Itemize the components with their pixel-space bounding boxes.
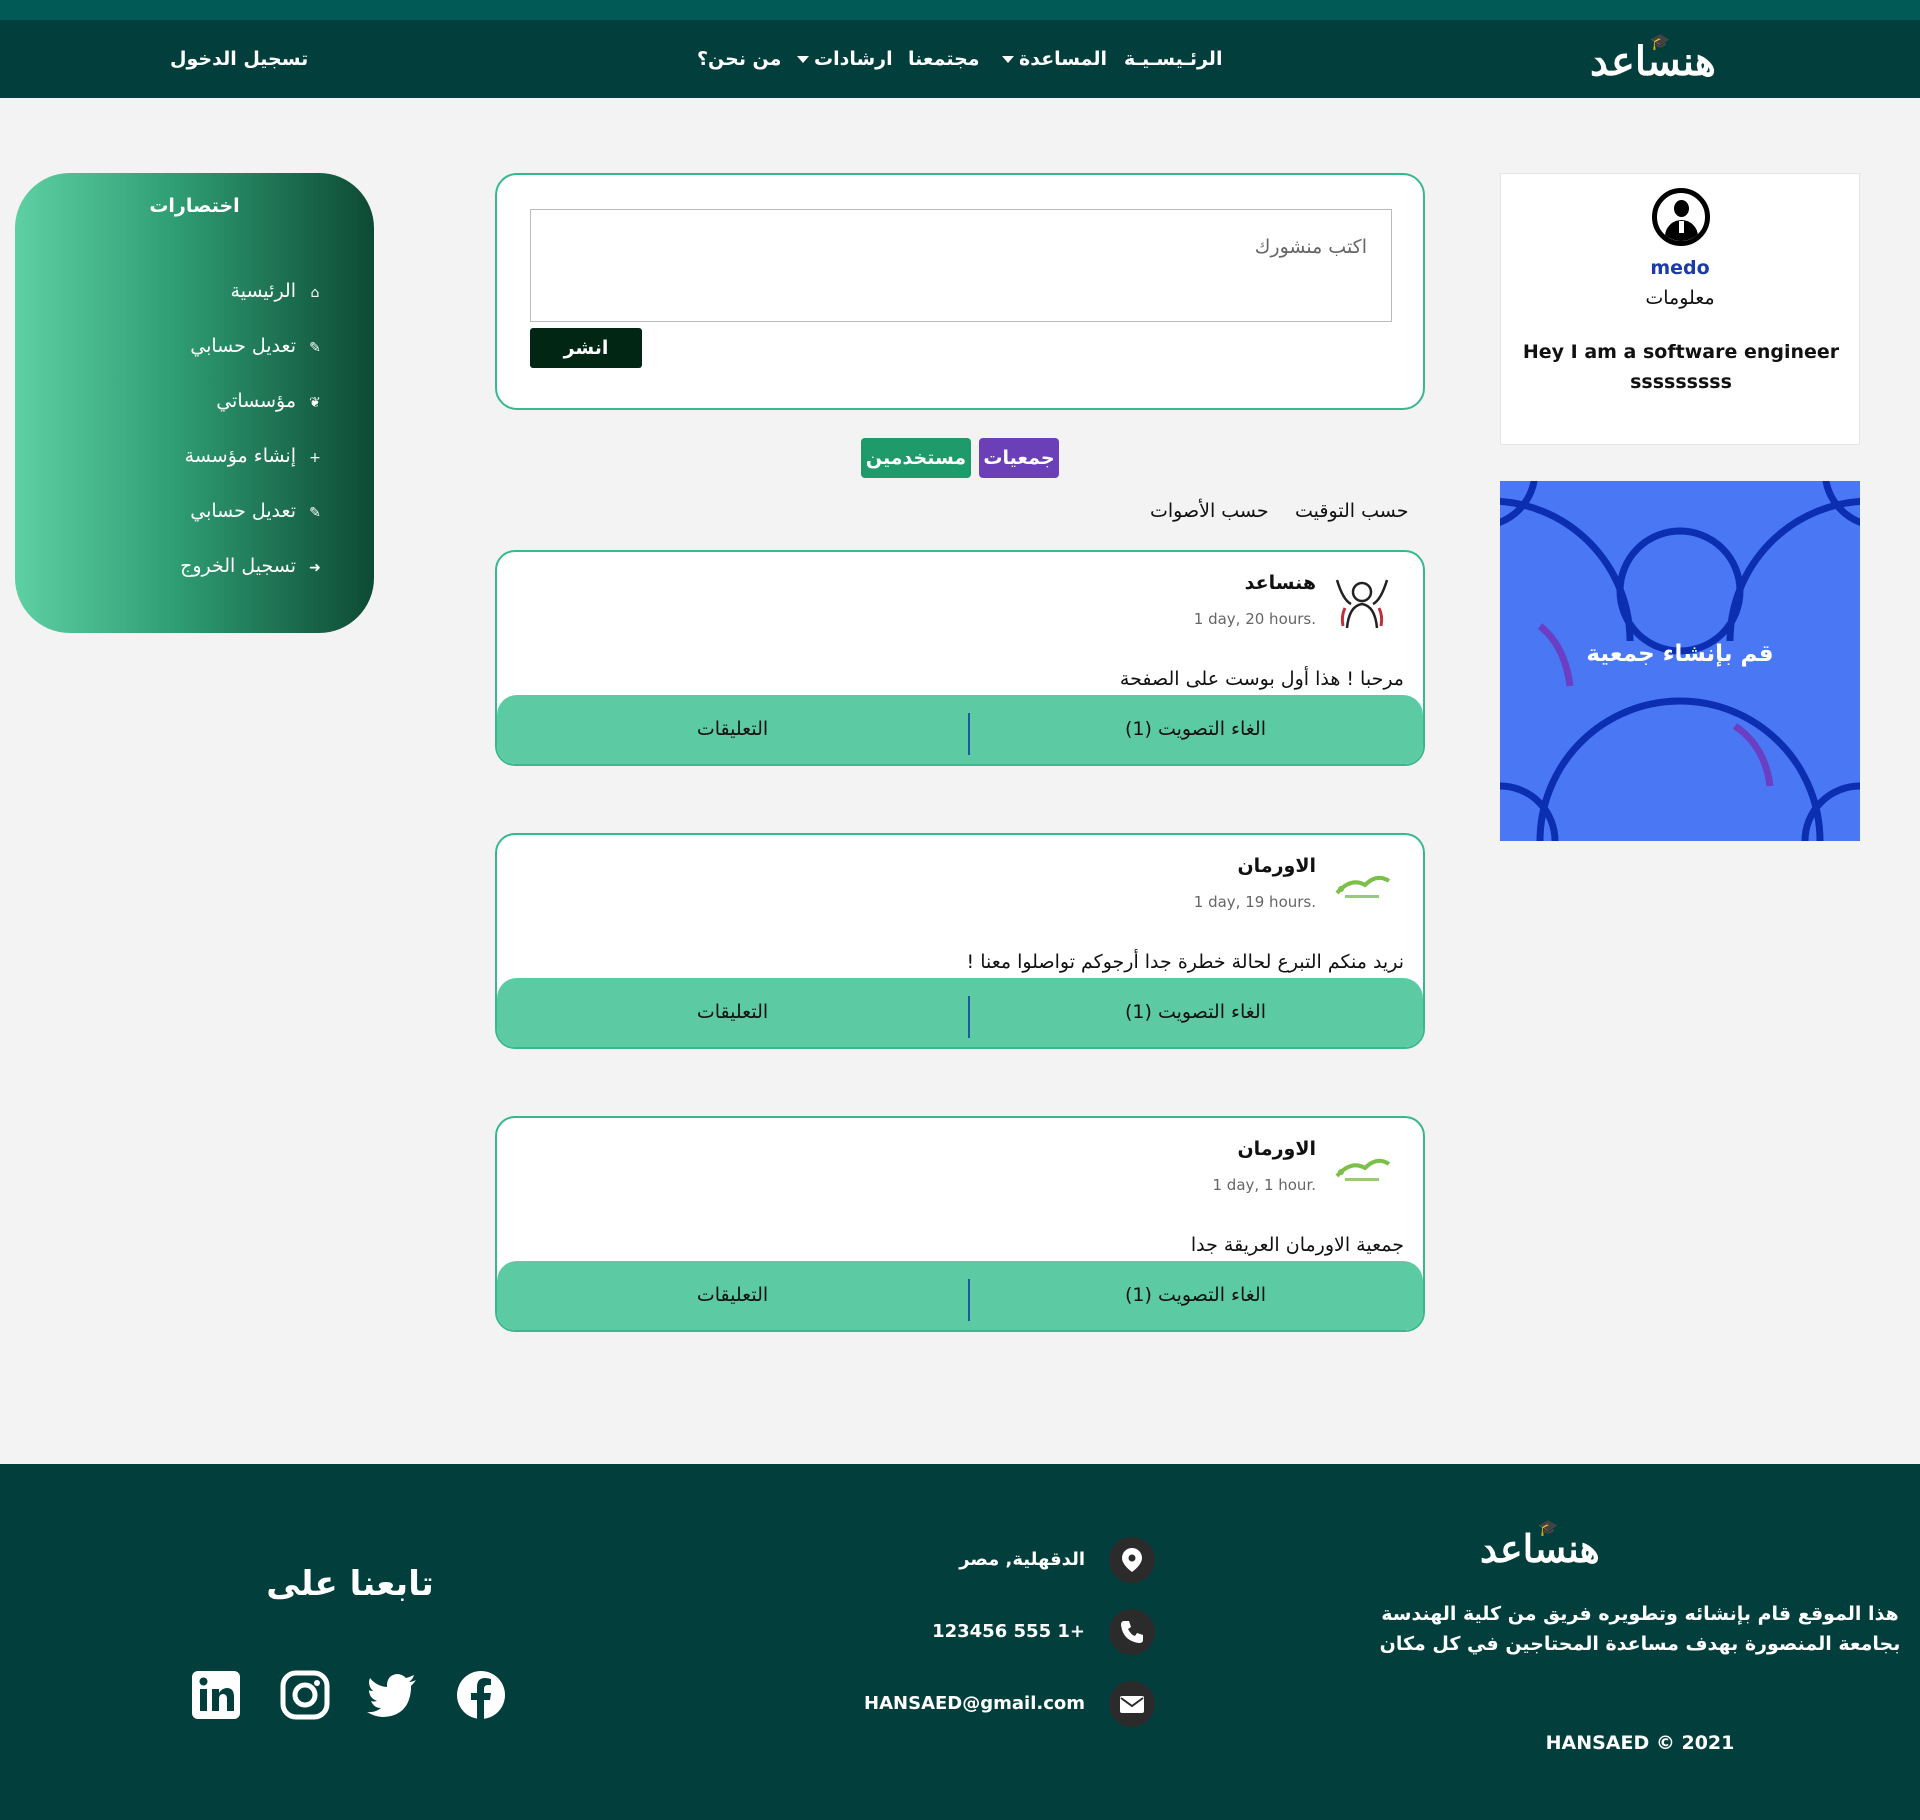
plus-icon: + (309, 450, 321, 466)
shortcuts-title: اختصارات (149, 195, 240, 217)
envelope-icon (1109, 1681, 1155, 1727)
shortcut-home[interactable]: ⌂ الرئيسية (231, 280, 324, 302)
footer-logo: هنساعد 🎓 (1480, 1518, 1600, 1571)
avatar (1652, 188, 1710, 246)
follow-us-title: تابعنا على (266, 1564, 434, 1604)
home-icon: ⌂ (310, 285, 320, 301)
comments-button[interactable]: التعليقات (497, 1261, 968, 1330)
sort-by-time[interactable]: حسب التوقيت (1295, 500, 1408, 522)
shortcut-logout[interactable]: ➜ تسجيل الخروج (180, 555, 324, 577)
publish-button[interactable]: انشر (530, 328, 642, 368)
create-society-banner[interactable]: قم بإنشاء جمعية (1500, 481, 1860, 841)
unvote-button[interactable]: الغاء التصويت (1) (968, 1261, 1423, 1330)
post-actions: الغاء التصويت (1) التعليقات (497, 978, 1423, 1047)
post-time: 1 day, 1 hour. (1212, 1176, 1317, 1194)
chevron-down-icon (1002, 56, 1014, 63)
twitter-icon[interactable] (366, 1669, 418, 1721)
action-divider (968, 1279, 970, 1321)
post-composer: انشر (495, 173, 1425, 410)
post-author[interactable]: الاورمان (1237, 1138, 1316, 1160)
edit-icon: ✎ (309, 340, 321, 356)
orman-logo-icon (1335, 875, 1391, 898)
hansaed-avatar-icon (1335, 579, 1389, 629)
shortcut-my-institutions[interactable]: ❦ مؤسساتي (216, 390, 324, 412)
shortcut-label: مؤسساتي (216, 390, 296, 412)
post-input[interactable] (530, 209, 1392, 322)
shortcut-label: تسجيل الخروج (180, 555, 296, 577)
chevron-down-icon (797, 56, 809, 63)
nav-about[interactable]: من نحن؟ (697, 20, 781, 98)
footer: هنساعد 🎓 هذا الموقع قام بإنشائه وتطويره … (0, 1464, 1920, 1820)
action-divider (968, 996, 970, 1038)
post-card: الاورمان 1 day, 1 hour. جمعية الاورمان ا… (495, 1116, 1425, 1332)
post-actions: الغاء التصويت (1) التعليقات (497, 695, 1423, 764)
top-strip (0, 0, 1920, 20)
nav-community[interactable]: مجتمعنا (908, 20, 980, 98)
logout-icon: ➜ (309, 560, 321, 576)
shortcut-edit-account-2[interactable]: ✎ تعديل حسابي (190, 500, 324, 522)
shortcut-label: تعديل حسابي (190, 335, 296, 357)
footer-description: هذا الموقع قام بإنشائه وتطويره فريق من ك… (1379, 1603, 1901, 1655)
banner-text: قم بإنشاء جمعية (1586, 641, 1774, 667)
post-card: هنساعد 1 day, 20 hours. مرحبا ! هذا أول … (495, 550, 1425, 766)
comments-button[interactable]: التعليقات (497, 695, 968, 764)
footer-phone: +1 555 123456 (932, 1621, 1085, 1642)
unvote-button[interactable]: الغاء التصويت (1) (968, 695, 1423, 764)
shortcuts-panel: اختصارات ⌂ الرئيسية ✎ تعديل حسابي ❦ مؤسساتي… (15, 173, 374, 633)
post-time: 1 day, 20 hours. (1193, 610, 1316, 628)
phone-icon (1109, 1609, 1155, 1655)
shortcut-label: الرئيسية (230, 280, 296, 302)
unvote-button[interactable]: الغاء التصويت (1) (968, 978, 1423, 1047)
post-text: نريد منكم التبرع لحالة خطرة جدا أرجوكم ت… (966, 951, 1404, 973)
nav-help-label: المساعدة (1019, 48, 1108, 70)
sort-by-votes[interactable]: حسب الأصوات (1150, 500, 1269, 522)
nav-home[interactable]: الرئـيسـيـة (1124, 20, 1222, 98)
facebook-icon[interactable] (455, 1669, 507, 1721)
orman-logo-icon (1335, 1158, 1391, 1181)
profile-bio: Hey I am a software engineer sssssssss (1522, 341, 1840, 393)
comments-button[interactable]: التعليقات (497, 978, 968, 1047)
post-card: الاورمان 1 day, 19 hours. نريد منكم التب… (495, 833, 1425, 1049)
navbar: هنساعد 🎓 الرئـيسـيـة المساعدة مجتمعنا ار… (0, 20, 1920, 98)
filter-societies-button[interactable]: جمعيات (979, 438, 1059, 478)
instagram-icon[interactable] (279, 1669, 331, 1721)
shortcut-label: تعديل حسابي (190, 500, 296, 522)
nav-login[interactable]: تسجيل الدخول (170, 20, 308, 98)
profile-info-label: معلومات (1645, 287, 1715, 309)
footer-address: الدقهلية, مصر (959, 1549, 1085, 1570)
post-author[interactable]: هنساعد (1245, 572, 1316, 594)
action-divider (968, 713, 970, 755)
profile-name[interactable]: medo (1501, 257, 1859, 279)
profile-card: medo معلومات Hey I am a software enginee… (1500, 173, 1860, 445)
graduation-cap-icon: 🎓 (1650, 32, 1670, 51)
shortcut-label: إنشاء مؤسسة (184, 445, 296, 467)
post-text: مرحبا ! هذا أول بوست على الصفحة (1119, 668, 1404, 690)
post-text: جمعية الاورمان العريقة جدا (1190, 1234, 1404, 1256)
linkedin-icon[interactable] (190, 1669, 242, 1721)
footer-email[interactable]: HANSAED@gmail.com (864, 1693, 1085, 1714)
shortcut-create-institution[interactable]: + إنشاء مؤسسة (185, 445, 324, 467)
graduation-cap-icon: 🎓 (1538, 1518, 1558, 1537)
post-author[interactable]: الاورمان (1237, 855, 1316, 877)
nav-logo[interactable]: هنساعد 🎓 (1590, 32, 1716, 85)
shortcut-edit-account[interactable]: ✎ تعديل حسابي (190, 335, 324, 357)
nav-guidance[interactable]: ارشادات (797, 20, 893, 98)
footer-copyright: HANSAED © 2021 (1545, 1732, 1735, 1754)
post-actions: الغاء التصويت (1) التعليقات (497, 1261, 1423, 1330)
nav-help[interactable]: المساعدة (1002, 20, 1107, 98)
filter-users-button[interactable]: مستخدمين (861, 438, 971, 478)
location-icon (1109, 1537, 1155, 1583)
edit-icon: ✎ (309, 505, 321, 521)
post-time: 1 day, 19 hours. (1193, 893, 1316, 911)
nav-guidance-label: ارشادات (814, 48, 893, 70)
leaf-icon: ❦ (309, 395, 321, 411)
